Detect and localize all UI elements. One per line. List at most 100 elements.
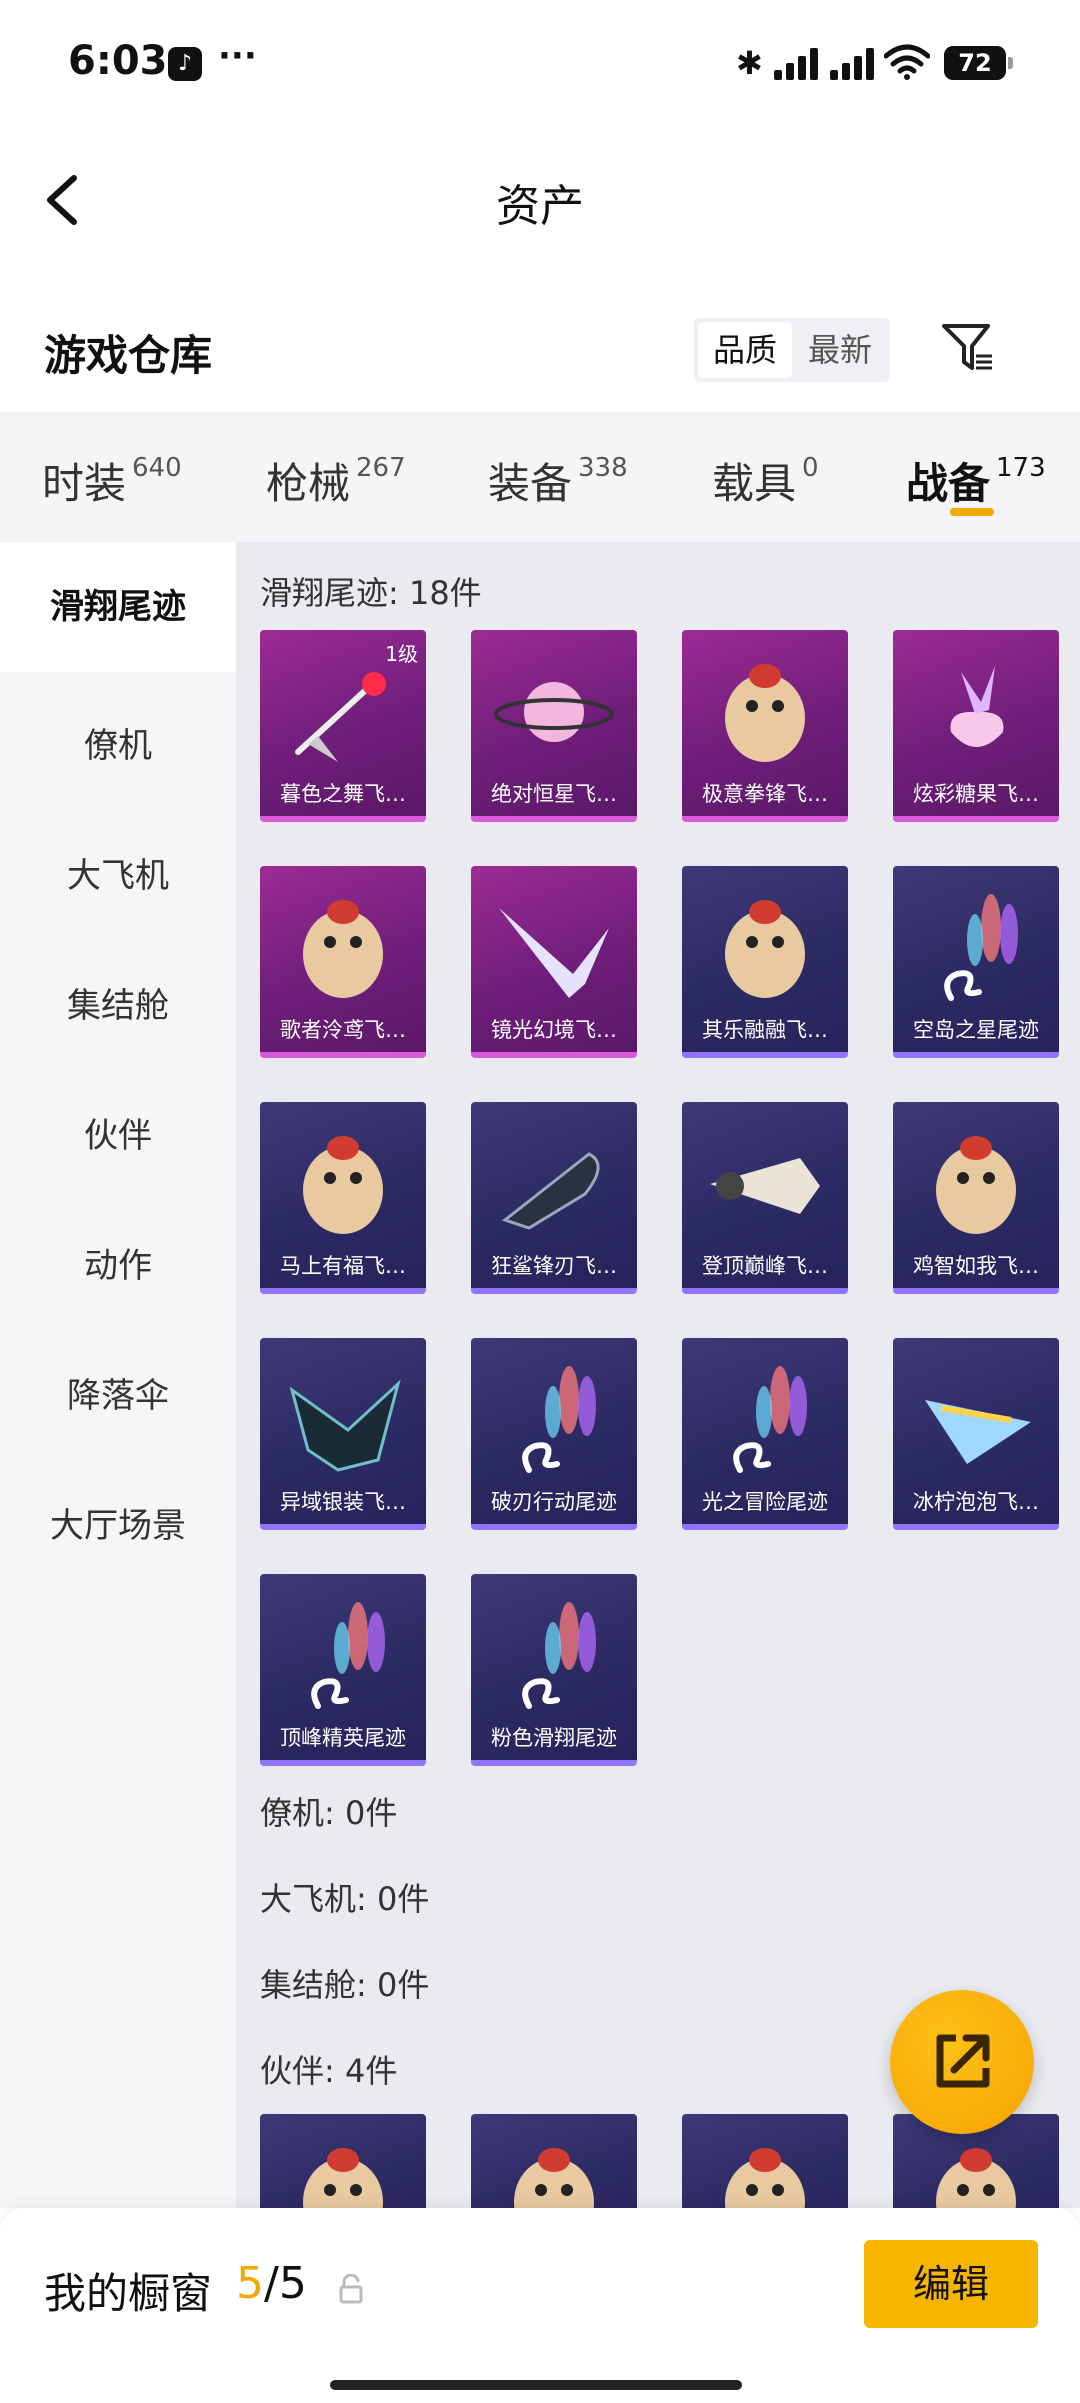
chef-partner-icon — [303, 2148, 383, 2208]
active-tab-indicator — [950, 508, 994, 516]
item-name: 马上有福飞… — [280, 1254, 406, 1278]
sidebar-item-big-plane[interactable]: 大飞机 — [0, 848, 236, 897]
warehouse-header: 游戏仓库 品质 最新 — [0, 300, 1080, 410]
more-notifications-icon: ··· — [218, 36, 257, 76]
tab-fashion[interactable]: 时装 640 — [42, 450, 182, 511]
item-card[interactable]: 空岛之星尾迹 — [893, 866, 1059, 1058]
wings-icon — [499, 908, 609, 998]
sidebar-item-lobby-scene[interactable]: 大厅场景 — [0, 1498, 236, 1547]
partner-card[interactable] — [260, 2114, 426, 2208]
penguin-icon — [725, 900, 805, 998]
tab-vehicles[interactable]: 载具 0 — [712, 450, 819, 511]
tiktok-notification-icon: ♪ — [168, 47, 202, 81]
partner-card[interactable] — [471, 2114, 637, 2208]
item-name: 异域银装飞… — [280, 1490, 406, 1514]
bluetooth-icon: ✱ — [736, 44, 763, 82]
wifi-icon — [884, 44, 930, 80]
signal-icon — [774, 48, 830, 80]
smoke-trail-icon — [733, 1366, 807, 1473]
item-card[interactable]: 其乐融融飞… — [682, 866, 848, 1058]
level-badge: 1级 — [385, 642, 418, 666]
item-card[interactable]: 歌者泠鸢飞… — [260, 866, 426, 1058]
elephant-icon — [725, 664, 805, 762]
item-card[interactable]: 破刃行动尾迹 — [471, 1338, 637, 1530]
showcase-bar: 我的橱窗 5/5 编辑 — [0, 2208, 1080, 2403]
glider-icon — [925, 1400, 1031, 1464]
smoke-trail-icon — [522, 1366, 596, 1473]
item-card[interactable]: 绝对恒星飞… — [471, 630, 637, 822]
item-panel: 滑翔尾迹: 18件 1级暮色之舞飞… 绝对恒星飞… 极意拳锋飞… 炫彩糖果飞… 歌者泠鸢… — [236, 542, 1080, 2208]
sidebar-item-wingman[interactable]: 僚机 — [0, 718, 236, 767]
section-glide-trail: 滑翔尾迹: 18件 — [260, 574, 482, 612]
sidebar-item-emote[interactable]: 动作 — [0, 1238, 236, 1287]
partner-card[interactable] — [682, 2114, 848, 2208]
item-name: 光之冒险尾迹 — [702, 1490, 828, 1514]
smoke-trail-icon — [522, 1602, 596, 1709]
item-card[interactable]: 光之冒险尾迹 — [682, 1338, 848, 1530]
chicken-icon — [936, 1136, 1016, 1234]
item-card[interactable]: 异域银装飞… — [260, 1338, 426, 1530]
sidebar-item-parachute[interactable]: 降落伞 — [0, 1368, 236, 1417]
sort-quality-button[interactable]: 品质 — [698, 322, 792, 378]
item-card[interactable]: 马上有福飞… — [260, 1102, 426, 1294]
section-pod: 集结舱: 0件 — [260, 1966, 430, 2004]
planet-icon — [494, 682, 614, 742]
tab-guns[interactable]: 枪械 267 — [266, 450, 406, 511]
item-name: 顶峰精英尾迹 — [280, 1726, 406, 1750]
candy-icon — [950, 666, 1004, 747]
sidebar-item-partner[interactable]: 伙伴 — [0, 1108, 236, 1157]
item-name: 镜光幻境飞… — [491, 1018, 617, 1042]
sort-toggle: 品质 最新 — [694, 318, 890, 382]
bird-icon — [303, 900, 383, 998]
item-name: 狂鲨锋刃飞… — [491, 1254, 617, 1278]
dagger-trail-icon — [295, 672, 386, 762]
item-name: 歌者泠鸢飞… — [280, 1018, 406, 1042]
share-icon — [936, 2034, 990, 2088]
item-name: 炫彩糖果飞… — [913, 782, 1039, 806]
item-card[interactable]: 1级暮色之舞飞… — [260, 630, 426, 822]
section-wingman: 僚机: 0件 — [260, 1794, 398, 1832]
item-card[interactable]: 冰柠泡泡飞… — [893, 1338, 1059, 1530]
item-name: 鸡智如我飞… — [913, 1254, 1039, 1278]
item-card[interactable]: 鸡智如我飞… — [893, 1102, 1059, 1294]
item-card[interactable]: 粉色滑翔尾迹 — [471, 1574, 637, 1766]
tab-battle-gear[interactable]: 战备 173 — [906, 450, 1046, 511]
share-fab[interactable] — [890, 1990, 1034, 2134]
section-partner: 伙伴: 4件 — [260, 2052, 398, 2090]
item-name: 登顶巅峰飞… — [702, 1254, 828, 1278]
filter-icon[interactable] — [940, 320, 996, 376]
edit-button[interactable]: 编辑 — [864, 2240, 1038, 2328]
item-name: 破刃行动尾迹 — [491, 1490, 617, 1514]
horse-icon — [303, 1136, 383, 1234]
dark-wing-icon — [289, 1379, 401, 1472]
battery-icon: 72 — [944, 46, 1013, 80]
item-card[interactable]: 狂鲨锋刃飞… — [471, 1102, 637, 1294]
lock-icon — [339, 2274, 363, 2304]
item-name: 暮色之舞飞… — [280, 782, 406, 806]
item-name: 冰柠泡泡飞… — [913, 1490, 1039, 1514]
status-bar: 6:03 ♪ ··· ✱ 72 — [0, 0, 1080, 130]
item-name: 空岛之星尾迹 — [913, 1018, 1039, 1042]
sidebar-item-glide-trail[interactable]: 滑翔尾迹 — [0, 542, 236, 672]
tab-equipment[interactable]: 装备 338 — [488, 450, 628, 511]
item-name: 其乐融融飞… — [702, 1018, 828, 1042]
sort-newest-button[interactable]: 最新 — [794, 322, 886, 378]
sidebar-item-pod[interactable]: 集结舱 — [0, 978, 236, 1027]
section-title: 游戏仓库 — [44, 331, 213, 380]
jet-icon — [710, 1158, 820, 1214]
pink-partner-icon — [725, 2148, 805, 2208]
category-tabs: 时装 640 枪械 267 装备 338 载具 0 战备 173 — [0, 412, 1080, 542]
item-card[interactable]: 炫彩糖果飞… — [893, 630, 1059, 822]
home-indicator[interactable] — [330, 2380, 742, 2390]
section-big-plane: 大飞机: 0件 — [260, 1880, 430, 1918]
page-title: 资产 — [496, 181, 584, 232]
status-time: 6:03 — [68, 38, 168, 84]
item-card[interactable]: 极意拳锋飞… — [682, 630, 848, 822]
item-card[interactable]: 登顶巅峰飞… — [682, 1102, 848, 1294]
chicken-partner-icon — [514, 2148, 594, 2208]
item-name: 极意拳锋飞… — [702, 782, 828, 806]
sidebar: 滑翔尾迹 僚机 大飞机 集结舱 伙伴 动作 降落伞 大厅场景 — [0, 542, 236, 2208]
helmet-partner-icon — [936, 2148, 1016, 2208]
item-card[interactable]: 镜光幻境飞… — [471, 866, 637, 1058]
item-card[interactable]: 顶峰精英尾迹 — [260, 1574, 426, 1766]
